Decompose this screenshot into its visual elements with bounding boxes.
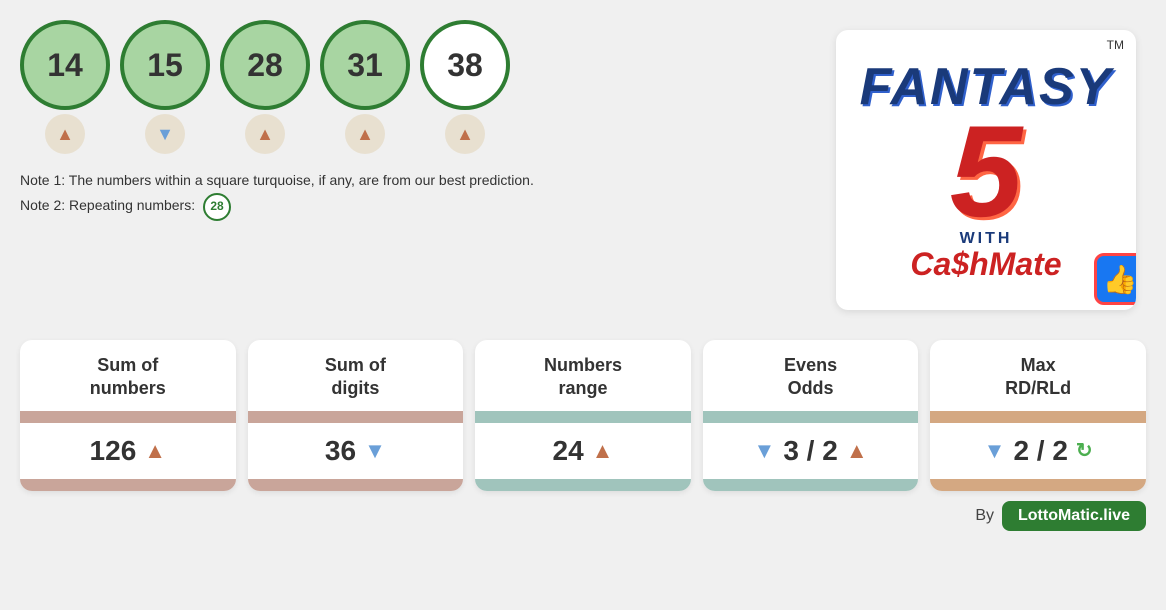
max-rd-arrow-down-icon: ▼ bbox=[984, 438, 1006, 464]
stat-card-sum-digits: Sum ofdigits 36 ▼ bbox=[248, 340, 464, 491]
note2-prefix: Note 2: Repeating numbers: bbox=[20, 197, 195, 213]
evens-odds-value: 3 / 2 bbox=[783, 435, 837, 467]
balls-area: 14 ▲ 15 ▼ 28 ▲ bbox=[20, 20, 826, 221]
sum-digits-value: 36 bbox=[325, 435, 356, 467]
logo-area: TM Fantasy 5 WITH Ca$hMate 👍 bbox=[826, 20, 1146, 320]
ball-2-number: 15 bbox=[147, 47, 183, 84]
stat-card-max-rd-bar-bottom bbox=[930, 479, 1146, 491]
stat-card-sum-numbers-value: 126 ▲ bbox=[20, 423, 236, 479]
ball-4-arrow-up[interactable]: ▲ bbox=[345, 114, 385, 154]
stat-card-numbers-range-bar-top bbox=[475, 411, 691, 423]
ball-2: 15 bbox=[120, 20, 210, 110]
footer-brand: LottoMatic.live bbox=[1002, 501, 1146, 531]
ball-5: 38 bbox=[420, 20, 510, 110]
logo-box: TM Fantasy 5 WITH Ca$hMate 👍 bbox=[836, 30, 1136, 310]
logo-with: WITH bbox=[960, 230, 1013, 248]
sum-numbers-arrow-up-icon: ▲ bbox=[144, 438, 166, 464]
sum-numbers-value: 126 bbox=[90, 435, 137, 467]
ball-1-arrow-up[interactable]: ▲ bbox=[45, 114, 85, 154]
balls-row: 14 ▲ 15 ▼ 28 ▲ bbox=[20, 20, 826, 154]
stat-card-sum-numbers-bar-bottom bbox=[20, 479, 236, 491]
evens-odds-arrow-down-icon: ▼ bbox=[754, 438, 776, 464]
stat-card-max-rd-value: ▼ 2 / 2 ↻ bbox=[930, 423, 1146, 479]
note1-text: Note 1: The numbers within a square turq… bbox=[20, 168, 826, 193]
stat-card-evens-odds-bar-top bbox=[703, 411, 919, 423]
footer-by: By bbox=[975, 507, 994, 525]
stat-card-max-rd-header: MaxRD/RLd bbox=[930, 340, 1146, 411]
stat-card-max-rd-bar-top bbox=[930, 411, 1146, 423]
stat-card-evens-odds: EvensOdds ▼ 3 / 2 ▲ bbox=[703, 340, 919, 491]
ball-1: 14 bbox=[20, 20, 110, 110]
stat-card-numbers-range-header: Numbersrange bbox=[475, 340, 691, 411]
ball-wrapper-3: 28 ▲ bbox=[220, 20, 310, 154]
logo-cashmate: Ca$hMate bbox=[910, 248, 1061, 280]
stat-card-evens-odds-bar-bottom bbox=[703, 479, 919, 491]
ball-3-number: 28 bbox=[247, 47, 283, 84]
ball-5-arrow-up[interactable]: ▲ bbox=[445, 114, 485, 154]
note2-row: Note 2: Repeating numbers: 28 bbox=[20, 193, 826, 221]
stat-card-sum-digits-bar-top bbox=[248, 411, 464, 423]
main-container: 14 ▲ 15 ▼ 28 ▲ bbox=[0, 0, 1166, 610]
ball-3: 28 bbox=[220, 20, 310, 110]
ball-3-arrow-up[interactable]: ▲ bbox=[245, 114, 285, 154]
sum-digits-arrow-down-icon: ▼ bbox=[364, 438, 386, 464]
notes-area: Note 1: The numbers within a square turq… bbox=[20, 168, 826, 221]
ball-wrapper-5: 38 ▲ bbox=[420, 20, 510, 154]
stat-card-sum-digits-header: Sum ofdigits bbox=[248, 340, 464, 411]
max-rd-refresh-icon: ↻ bbox=[1076, 438, 1093, 463]
ball-wrapper-1: 14 ▲ bbox=[20, 20, 110, 154]
ball-wrapper-4: 31 ▲ bbox=[320, 20, 410, 154]
evens-odds-arrow-up-icon: ▲ bbox=[846, 438, 868, 464]
ball-wrapper-2: 15 ▼ bbox=[120, 20, 210, 154]
stat-card-sum-numbers-header: Sum ofnumbers bbox=[20, 340, 236, 411]
stat-card-evens-odds-header: EvensOdds bbox=[703, 340, 919, 411]
stat-card-numbers-range-value: 24 ▲ bbox=[475, 423, 691, 479]
ball-5-number: 38 bbox=[447, 47, 483, 84]
ball-1-number: 14 bbox=[47, 47, 83, 84]
stat-card-evens-odds-value: ▼ 3 / 2 ▲ bbox=[703, 423, 919, 479]
numbers-range-value: 24 bbox=[553, 435, 584, 467]
stat-card-numbers-range: Numbersrange 24 ▲ bbox=[475, 340, 691, 491]
ball-4: 31 bbox=[320, 20, 410, 110]
repeating-badge: 28 bbox=[203, 193, 231, 221]
max-rd-value: 2 / 2 bbox=[1013, 435, 1067, 467]
top-section: 14 ▲ 15 ▼ 28 ▲ bbox=[20, 20, 1146, 320]
stat-card-max-rd: MaxRD/RLd ▼ 2 / 2 ↻ bbox=[930, 340, 1146, 491]
stat-card-sum-numbers: Sum ofnumbers 126 ▲ bbox=[20, 340, 236, 491]
stats-row: Sum ofnumbers 126 ▲ Sum ofdigits 36 ▼ Nu… bbox=[20, 340, 1146, 491]
footer-row: By LottoMatic.live bbox=[20, 501, 1146, 531]
ball-4-number: 31 bbox=[347, 47, 383, 84]
numbers-range-arrow-up-icon: ▲ bbox=[592, 438, 614, 464]
ball-2-arrow-down[interactable]: ▼ bbox=[145, 114, 185, 154]
logo-5: 5 bbox=[950, 113, 1022, 230]
stat-card-sum-digits-bar-bottom bbox=[248, 479, 464, 491]
thumbs-up-button[interactable]: 👍 bbox=[1094, 253, 1136, 305]
logo-tm: TM bbox=[1107, 38, 1124, 52]
stat-card-sum-numbers-bar-top bbox=[20, 411, 236, 423]
stat-card-sum-digits-value: 36 ▼ bbox=[248, 423, 464, 479]
stat-card-numbers-range-bar-bottom bbox=[475, 479, 691, 491]
